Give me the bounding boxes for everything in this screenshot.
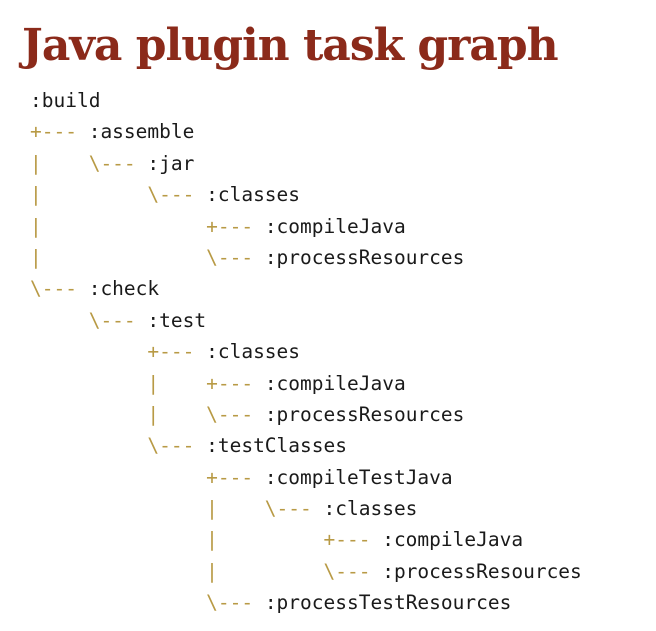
task-name: :processTestResources — [264, 591, 512, 615]
tree-row: | \--- :classes — [30, 179, 582, 210]
tree-row: \--- :test — [30, 305, 582, 336]
tree-branch: | +--- — [30, 214, 265, 238]
tree-branch: +--- — [30, 120, 89, 144]
tree-branch: | +--- — [30, 371, 265, 395]
task-name: :compileJava — [264, 214, 406, 238]
task-name: :build — [30, 89, 101, 112]
tree-row: +--- :compileTestJava — [30, 462, 582, 493]
tree-row: \--- :testClasses — [30, 430, 582, 461]
task-name: :processResources — [382, 559, 582, 583]
tree-row: | \--- :processResources — [30, 556, 582, 587]
tree-row: +--- :assemble — [30, 116, 582, 147]
tree-row: | +--- :compileJava — [30, 368, 582, 399]
task-name: :classes — [206, 340, 301, 364]
task-tree: :build +--- :assemble | \--- :jar | \---… — [30, 85, 582, 619]
tree-row: | \--- :jar — [30, 148, 582, 179]
task-name: :assemble — [88, 120, 195, 144]
tree-branch: | \--- — [30, 151, 148, 175]
tree-branch: \--- — [30, 591, 265, 615]
task-name: :processResources — [264, 402, 465, 426]
tree-branch: +--- — [30, 465, 265, 489]
task-name: :jar — [147, 151, 195, 175]
tree-branch: \--- — [30, 434, 207, 458]
task-name: :classes — [206, 183, 301, 207]
tree-row: | +--- :compileJava — [30, 211, 582, 242]
tree-branch: \--- — [30, 277, 89, 301]
tree-row: :build — [30, 85, 582, 116]
tree-row: +--- :classes — [30, 336, 582, 367]
task-name: :test — [147, 308, 207, 332]
task-name: :compileJava — [382, 528, 524, 552]
tree-branch: | \--- — [30, 497, 324, 521]
tree-row: | \--- :processResources — [30, 399, 582, 430]
page-title: Java plugin task graph — [22, 20, 559, 71]
tree-branch: \--- — [30, 308, 148, 332]
tree-branch: | \--- — [30, 183, 207, 207]
task-name: :compileJava — [264, 371, 406, 395]
tree-row: | \--- :classes — [30, 493, 582, 524]
task-name: :processResources — [264, 245, 465, 269]
tree-branch: | +--- — [30, 528, 383, 552]
task-name: :check — [88, 277, 160, 301]
tree-branch: | \--- — [30, 559, 383, 583]
tree-branch: +--- — [30, 340, 207, 364]
task-name: :classes — [323, 497, 418, 521]
tree-row: | +--- :compileJava — [30, 524, 582, 555]
task-name: :testClasses — [206, 434, 347, 458]
tree-row: | \--- :processResources — [30, 242, 582, 273]
tree-row: \--- :processTestResources — [30, 587, 582, 618]
tree-branch: | \--- — [30, 245, 265, 269]
task-name: :compileTestJava — [264, 465, 453, 489]
tree-branch: | \--- — [30, 402, 265, 426]
tree-row: \--- :check — [30, 273, 582, 304]
